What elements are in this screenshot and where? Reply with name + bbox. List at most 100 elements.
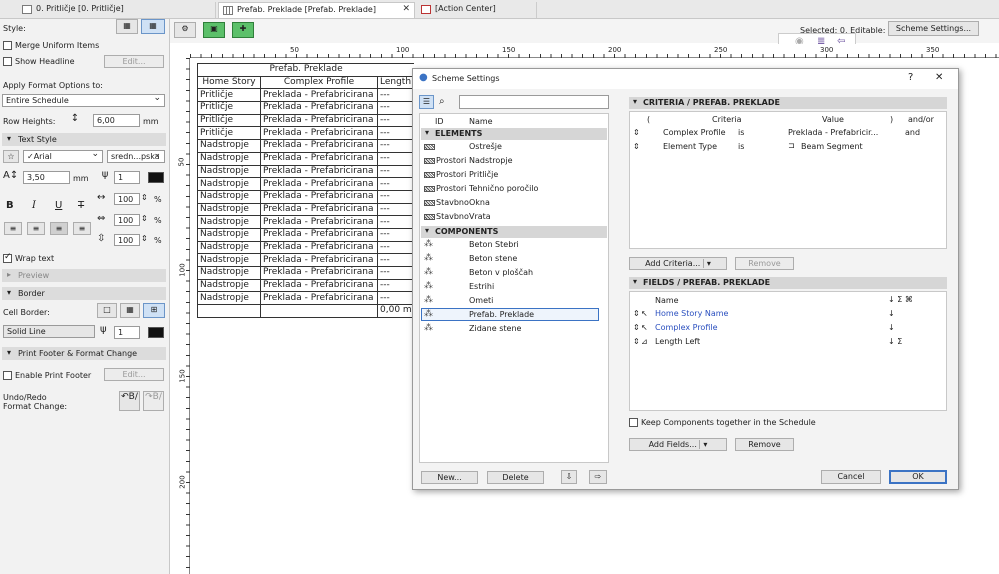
- table-cell[interactable]: Nadstropje: [197, 291, 261, 306]
- table-cell[interactable]: Nadstropje: [197, 189, 261, 204]
- criteria-field[interactable]: Element Type: [663, 142, 717, 151]
- remove-criteria-button[interactable]: Remove: [735, 257, 794, 270]
- pen-color-swatch[interactable]: [148, 172, 164, 183]
- table-cell[interactable]: Nadstropje: [197, 215, 261, 229]
- table-cell[interactable]: Nadstropje: [197, 240, 261, 255]
- element-item[interactable]: Okna: [469, 198, 490, 207]
- table-cell[interactable]: Preklada - Prefabricirana: [260, 101, 378, 115]
- element-id[interactable]: Prostori: [436, 156, 466, 165]
- table-cell[interactable]: Preklada - Prefabricirana: [260, 291, 378, 306]
- field-item[interactable]: Length Left: [655, 337, 700, 346]
- border-color-swatch[interactable]: [148, 327, 164, 338]
- close-icon[interactable]: ✕: [935, 72, 943, 83]
- element-item[interactable]: Pritličje: [469, 170, 498, 179]
- text-size-input[interactable]: 3,50: [23, 171, 70, 184]
- table-row[interactable]: Nadstropje Preklada - Prefabricirana ---: [197, 215, 415, 229]
- drag-handle-icon[interactable]: ⇕: [633, 142, 640, 151]
- table-cell[interactable]: Preklada - Prefabricirana: [260, 266, 378, 280]
- elements-group[interactable]: ELEMENTS: [421, 128, 607, 140]
- table-cell[interactable]: Preklada - Prefabricirana: [260, 202, 378, 217]
- component-item[interactable]: Beton v ploščah: [469, 268, 533, 277]
- border-outer-button[interactable]: □: [97, 303, 117, 318]
- sort-icon[interactable]: ↓: [888, 323, 895, 332]
- settings-button[interactable]: ⚙: [174, 22, 196, 38]
- merge-uniform-checkbox[interactable]: [3, 41, 12, 50]
- table-cell[interactable]: Nadstropje: [197, 253, 261, 267]
- export-button[interactable]: ⇨: [589, 470, 607, 484]
- table-cell[interactable]: ---: [377, 164, 415, 179]
- delete-button[interactable]: Delete: [487, 471, 544, 484]
- table-cell[interactable]: Pritličje: [197, 126, 261, 141]
- table-cell[interactable]: Preklada - Prefabricirana: [260, 189, 378, 204]
- table-cell[interactable]: ---: [377, 101, 415, 115]
- row-height-input[interactable]: 6,00: [93, 114, 140, 127]
- table-row[interactable]: Nadstropje Preklada - Prefabricirana ---: [197, 202, 415, 217]
- show-headline-checkbox[interactable]: [3, 57, 12, 66]
- drag-handle-icon[interactable]: ⇕: [633, 323, 640, 332]
- table-cell[interactable]: Nadstropje: [197, 266, 261, 280]
- align-center-button[interactable]: ≡: [27, 222, 45, 235]
- ok-button[interactable]: OK: [889, 470, 947, 484]
- criteria-header[interactable]: CRITERIA / PREFAB. PREKLADE: [629, 97, 947, 109]
- border-all-button[interactable]: ⊞: [143, 303, 165, 318]
- apply-format-select[interactable]: Entire Schedule: [2, 94, 165, 107]
- table-cell[interactable]: ---: [377, 139, 415, 153]
- table-cell[interactable]: Nadstropje: [197, 151, 261, 166]
- fields-header[interactable]: FIELDS / PREFAB. PREKLADE: [629, 277, 947, 289]
- table-cell[interactable]: ---: [377, 227, 415, 242]
- tab-floor-plan[interactable]: 0. Pritličje [0. Pritličje]: [18, 2, 216, 18]
- table-cell[interactable]: ---: [377, 189, 415, 204]
- component-item[interactable]: Prefab. Preklade: [469, 310, 534, 319]
- criteria-value[interactable]: Preklada - Prefabricir...: [788, 128, 878, 137]
- add-criteria-button[interactable]: Add Criteria... ▾: [629, 257, 727, 270]
- border-section[interactable]: Border: [2, 287, 166, 300]
- table-cell[interactable]: ---: [377, 126, 415, 141]
- criteria-operator[interactable]: is: [738, 128, 744, 137]
- table-row[interactable]: Nadstropje Preklada - Prefabricirana ---: [197, 240, 415, 255]
- element-item[interactable]: Nadstropje: [469, 156, 513, 165]
- select-all-button[interactable]: ▣: [203, 22, 225, 38]
- align-justify-button[interactable]: ≡: [73, 222, 91, 235]
- component-item[interactable]: Beton Stebri: [469, 240, 519, 249]
- table-cell[interactable]: Preklada - Prefabricirana: [260, 126, 378, 141]
- table-cell[interactable]: ---: [377, 113, 415, 128]
- criteria-andor[interactable]: and: [905, 128, 920, 137]
- table-cell[interactable]: Preklada - Prefabricirana: [260, 240, 378, 255]
- text-pen-input[interactable]: 1: [114, 171, 140, 184]
- table-row[interactable]: Pritličje Preklada - Prefabricirana ---: [197, 126, 415, 141]
- drag-handle-icon[interactable]: ⇕: [633, 337, 640, 346]
- table-cell[interactable]: ---: [377, 88, 415, 103]
- stepper-icon[interactable]: ⇕: [141, 234, 148, 243]
- table-row[interactable]: Nadstropje Preklada - Prefabricirana ---: [197, 253, 415, 267]
- undo-format-button[interactable]: ↶B/: [119, 391, 140, 411]
- element-id[interactable]: Prostori: [436, 170, 466, 179]
- table-cell[interactable]: Nadstropje: [197, 202, 261, 217]
- cancel-button[interactable]: Cancel: [821, 470, 881, 484]
- tab-prefab-preklade[interactable]: Prefab. Preklade [Prefab. Preklade] ✕: [218, 2, 415, 18]
- close-icon[interactable]: ✕: [402, 4, 410, 14]
- print-footer-section[interactable]: Print Footer & Format Change: [2, 347, 166, 360]
- element-id[interactable]: Stavbno: [436, 212, 469, 221]
- field-item[interactable]: Complex Profile: [655, 323, 718, 332]
- table-cell[interactable]: Nadstropje: [197, 278, 261, 293]
- bold-button[interactable]: B: [6, 200, 14, 211]
- table-row[interactable]: Pritličje Preklada - Prefabricirana ---: [197, 88, 415, 103]
- column-header[interactable]: Length: [377, 75, 415, 90]
- sort-icon[interactable]: ↓: [888, 309, 895, 318]
- new-button[interactable]: New...: [421, 471, 478, 484]
- column-id[interactable]: ID: [435, 117, 444, 126]
- table-row[interactable]: Pritličje Preklada - Prefabricirana ---: [197, 113, 415, 128]
- table-cell[interactable]: Preklada - Prefabricirana: [260, 151, 378, 166]
- import-button[interactable]: ⇩: [561, 470, 577, 484]
- table-row[interactable]: Nadstropje Preklada - Prefabricirana ---: [197, 278, 415, 293]
- border-inner-button[interactable]: ▦: [120, 303, 140, 318]
- stepper-icon[interactable]: ⇕: [141, 193, 148, 202]
- stepper-icon[interactable]: ⇕: [141, 214, 148, 223]
- component-item[interactable]: Ometi: [469, 296, 493, 305]
- element-item[interactable]: Ostrešje: [469, 142, 502, 151]
- table-row[interactable]: Nadstropje Preklada - Prefabricirana ---: [197, 266, 415, 280]
- scheme-settings-button[interactable]: Scheme Settings...: [888, 21, 979, 36]
- table-cell[interactable]: ---: [377, 291, 415, 306]
- add-fields-button[interactable]: Add Fields... ▾: [629, 438, 727, 451]
- element-id[interactable]: Prostori: [436, 184, 466, 193]
